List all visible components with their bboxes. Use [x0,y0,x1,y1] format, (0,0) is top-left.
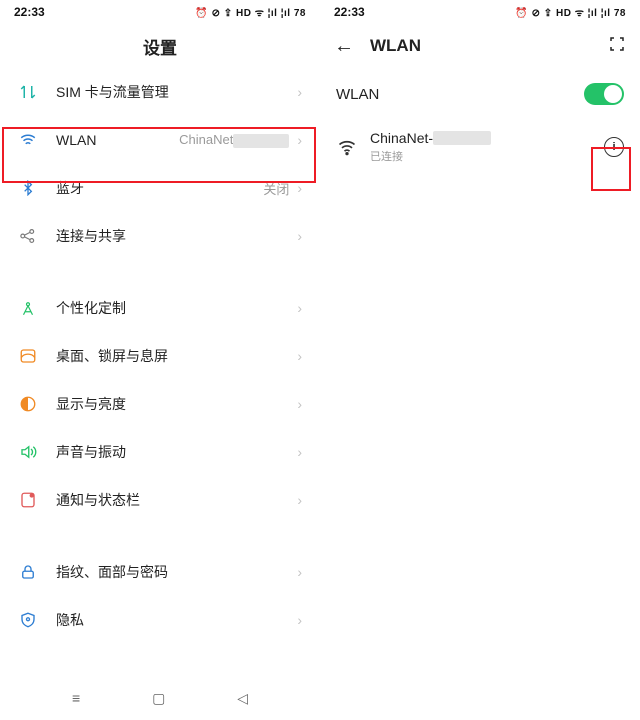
row-label: 显示与亮度 [56,394,297,414]
wifi-icon [18,130,38,150]
brightness-icon [18,394,38,414]
settings-row-bluetooth[interactable]: 蓝牙 关闭 › [0,164,320,212]
wlan-pane: 22:33 ⏰ ⊘ ⇪ HD ᯤ ¦ıl ¦ıl 78 ← WLAN WLAN … [320,0,640,720]
sim-icon [18,82,38,102]
wlan-toggle-switch[interactable] [584,83,624,105]
sound-icon [18,442,38,462]
wlan-toggle-row[interactable]: WLAN [320,68,640,120]
settings-row-display[interactable]: 显示与亮度 › [0,380,320,428]
nav-recents-icon[interactable]: ≡ [72,690,80,706]
notification-icon [18,490,38,510]
chevron-right-icon: › [297,612,302,628]
settings-row-wlan[interactable]: WLAN ChinaNet › [0,116,320,164]
settings-row-sim[interactable]: SIM 卡与流量管理 › [0,68,320,116]
status-bar: 22:33 ⏰ ⊘ ⇪ HD ᯤ ¦ıl ¦ıl 78 [0,0,320,24]
chevron-right-icon: › [297,492,302,508]
wifi-icon [336,137,358,157]
redacted-text [233,134,289,148]
compass-icon [18,298,38,318]
status-indicators: ⏰ ⊘ ⇪ HD ᯤ ¦ıl ¦ıl 78 [515,5,626,19]
row-label: 连接与共享 [56,226,297,246]
android-navbar: ≡ ▢ ◁ [0,682,320,714]
nav-back-icon[interactable]: ◁ [237,690,248,707]
wlan-title: WLAN [370,36,421,56]
row-label: SIM 卡与流量管理 [56,82,297,102]
back-arrow-icon[interactable]: ← [334,35,354,58]
chevron-right-icon: › [297,564,302,580]
wlan-toggle-label: WLAN [336,86,584,103]
status-time: 22:33 [14,5,45,19]
info-icon[interactable]: i [604,137,624,157]
chevron-right-icon: › [297,180,302,196]
wlan-network-row[interactable]: ChinaNet- 已连接 i [320,120,640,174]
status-indicators: ⏰ ⊘ ⇪ HD ᯤ ¦ıl ¦ıl 78 [195,5,306,19]
settings-row-desktop[interactable]: 桌面、锁屏与息屏 › [0,332,320,380]
chevron-right-icon: › [297,84,302,100]
chevron-right-icon: › [297,228,302,244]
settings-row-notification[interactable]: 通知与状态栏 › [0,476,320,524]
row-label: 桌面、锁屏与息屏 [56,346,297,366]
settings-title-row: 设置 [0,24,320,68]
row-label: 声音与振动 [56,442,297,462]
chevron-right-icon: › [297,444,302,460]
lock-icon [18,562,38,582]
privacy-icon [18,610,38,630]
row-label: 个性化定制 [56,298,297,318]
bluetooth-icon [18,178,38,198]
row-label: WLAN [56,132,179,148]
redacted-text [433,131,491,145]
settings-row-share[interactable]: 连接与共享 › [0,212,320,260]
settings-row-sound[interactable]: 声音与振动 › [0,428,320,476]
settings-pane: 22:33 ⏰ ⊘ ⇪ HD ᯤ ¦ıl ¦ıl 78 设置 SIM 卡与流量管… [0,0,320,720]
row-label: 通知与状态栏 [56,490,297,510]
status-time: 22:33 [334,5,365,19]
chevron-right-icon: › [297,348,302,364]
share-icon [18,226,38,246]
settings-row-personalize[interactable]: 个性化定制 › [0,284,320,332]
wlan-value: ChinaNet [179,132,289,148]
nav-home-icon[interactable]: ▢ [152,690,165,707]
network-main: ChinaNet- 已连接 [370,130,604,164]
row-label: 蓝牙 [56,178,263,198]
chevron-right-icon: › [297,300,302,316]
settings-title: 设置 [143,34,177,59]
row-label: 指纹、面部与密码 [56,562,297,582]
scan-qr-icon[interactable] [608,35,626,58]
bluetooth-value: 关闭 [263,179,289,198]
network-name: ChinaNet- [370,130,604,146]
row-label: 隐私 [56,610,297,630]
network-status: 已连接 [370,148,604,164]
status-bar: 22:33 ⏰ ⊘ ⇪ HD ᯤ ¦ıl ¦ıl 78 [320,0,640,24]
chevron-right-icon: › [297,132,302,148]
settings-row-privacy[interactable]: 隐私 › [0,596,320,644]
desktop-icon [18,346,38,366]
chevron-right-icon: › [297,396,302,412]
wlan-title-row: ← WLAN [320,24,640,68]
settings-list: SIM 卡与流量管理 › WLAN ChinaNet › 蓝牙 关闭 › 连接与… [0,68,320,720]
settings-row-biometrics[interactable]: 指纹、面部与密码 › [0,548,320,596]
